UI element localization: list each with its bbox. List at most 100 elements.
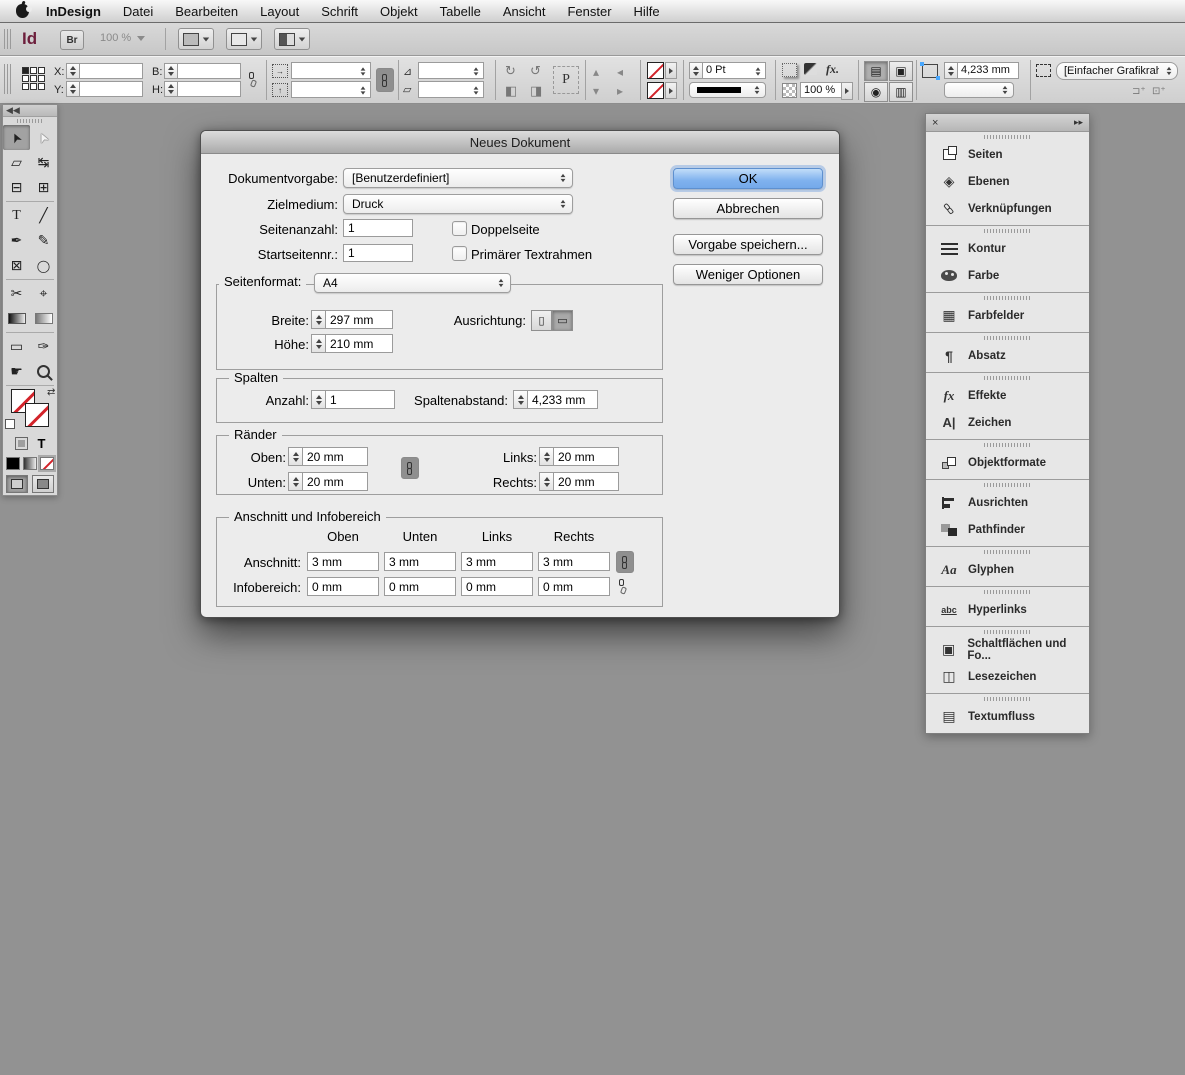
- panel-button-absatz[interactable]: ¶Absatz: [926, 342, 1089, 369]
- apply-none-button[interactable]: [40, 457, 54, 470]
- pages-field[interactable]: [343, 219, 413, 237]
- content-collector-tool[interactable]: ⊟: [3, 175, 30, 200]
- free-transform-tool[interactable]: ⌖: [30, 281, 57, 306]
- margin-right-stepper[interactable]: [539, 472, 554, 491]
- group-grip[interactable]: [926, 132, 1089, 141]
- page-width-stepper[interactable]: [311, 310, 326, 329]
- ellipse-tool[interactable]: ◯: [30, 253, 57, 278]
- rectangle-frame-tool[interactable]: ⊠: [3, 253, 30, 278]
- panel-button-farbe[interactable]: Farbe: [926, 262, 1089, 289]
- stroke-color-flyout[interactable]: [665, 62, 677, 79]
- constrain-scale-link-button[interactable]: [376, 68, 394, 92]
- select-next-object-icon[interactable]: ▸: [617, 84, 623, 98]
- stroke-weight-stepper[interactable]: [689, 62, 703, 79]
- panel-button-textumfluss[interactable]: ▤Textumfluss: [926, 703, 1089, 730]
- apple-icon[interactable]: [16, 4, 29, 18]
- content-placer-tool[interactable]: ⊞: [30, 175, 57, 200]
- selection-tool[interactable]: ➤: [3, 125, 30, 150]
- transparency-icon[interactable]: [804, 63, 817, 75]
- flip-vertical-icon[interactable]: ◨: [530, 83, 542, 99]
- zoom-tool[interactable]: [30, 359, 57, 384]
- preview-mode-button[interactable]: [32, 475, 54, 493]
- group-grip[interactable]: [926, 440, 1089, 449]
- panel-button-ausrichten[interactable]: Ausrichten: [926, 489, 1089, 516]
- menu-indesign[interactable]: InDesign: [35, 0, 112, 22]
- dialog-title-bar[interactable]: Neues Dokument: [201, 131, 839, 154]
- panel-button-seiten[interactable]: Seiten: [926, 141, 1089, 168]
- shear-angle-field[interactable]: [418, 81, 484, 98]
- gutter-field[interactable]: [527, 390, 598, 409]
- margin-left-field[interactable]: [553, 447, 619, 466]
- tools-panel-grip[interactable]: [3, 117, 57, 125]
- group-grip[interactable]: [926, 373, 1089, 382]
- width-stepper[interactable]: [164, 63, 178, 79]
- slug-right-field[interactable]: [538, 577, 610, 596]
- screen-mode-button[interactable]: [226, 28, 262, 50]
- corner-radius-field[interactable]: 4,233 mm: [957, 62, 1019, 79]
- slug-top-field[interactable]: [307, 577, 379, 596]
- type-tool[interactable]: T: [3, 203, 30, 228]
- appbar-grip[interactable]: [4, 29, 12, 49]
- primary-textframe-checkbox[interactable]: [452, 246, 467, 261]
- panel-button-farbfelder[interactable]: ▦Farbfelder: [926, 302, 1089, 329]
- wrap-bounding-box-button[interactable]: ▣: [889, 61, 913, 81]
- save-preset-button[interactable]: Vorgabe speichern...: [673, 234, 823, 255]
- corner-shape-popup[interactable]: [944, 82, 1014, 98]
- x-stepper[interactable]: [66, 63, 80, 79]
- apply-gradient-button[interactable]: [23, 457, 37, 470]
- menu-datei[interactable]: Datei: [112, 0, 164, 22]
- bleed-top-field[interactable]: [307, 552, 379, 571]
- panel-button-objektformate[interactable]: Objektformate: [926, 449, 1089, 476]
- scale-x-field[interactable]: [291, 62, 371, 79]
- page-size-popup[interactable]: A4: [314, 273, 511, 293]
- rotation-angle-field[interactable]: [418, 62, 484, 79]
- slug-bottom-field[interactable]: [384, 577, 456, 596]
- dock-header[interactable]: × ▸▸: [926, 114, 1089, 132]
- formatting-affects-container-button[interactable]: [15, 437, 28, 450]
- orientation-landscape-button[interactable]: ▭: [552, 310, 573, 331]
- columns-count-field[interactable]: [325, 390, 395, 409]
- height-field[interactable]: [177, 81, 241, 97]
- panel-button-lesezeichen[interactable]: ◫Lesezeichen: [926, 663, 1089, 690]
- drop-shadow-icon[interactable]: [782, 63, 797, 77]
- apply-color-button[interactable]: [6, 457, 20, 470]
- bleed-bottom-field[interactable]: [384, 552, 456, 571]
- group-grip[interactable]: [926, 333, 1089, 342]
- expand-panels-icon[interactable]: ▸▸: [1074, 117, 1083, 128]
- normal-view-mode-button[interactable]: [6, 475, 28, 493]
- object-style-popup[interactable]: [Einfacher Grafikrahme...: [1056, 62, 1178, 80]
- bridge-button[interactable]: Br: [60, 30, 84, 50]
- rotate-ccw-icon[interactable]: ↺: [530, 63, 541, 79]
- group-grip[interactable]: [926, 547, 1089, 556]
- hand-tool[interactable]: ☛: [3, 359, 30, 384]
- tools-panel-header[interactable]: ◀◀: [3, 105, 57, 117]
- zoom-level-control[interactable]: 100 %: [100, 32, 145, 44]
- corner-radius-stepper[interactable]: [944, 62, 958, 79]
- intent-popup[interactable]: Druck: [343, 194, 573, 214]
- select-container-icon[interactable]: P: [553, 66, 579, 94]
- select-previous-object-icon[interactable]: ◂: [617, 65, 623, 79]
- preset-popup[interactable]: [Benutzerdefiniert]: [343, 168, 573, 188]
- facing-pages-checkbox[interactable]: [452, 221, 467, 236]
- note-tool[interactable]: ▭: [3, 334, 30, 359]
- gradient-swatch-tool[interactable]: [3, 306, 30, 331]
- group-grip[interactable]: [926, 694, 1089, 703]
- group-grip[interactable]: [926, 293, 1089, 302]
- menu-tabelle[interactable]: Tabelle: [429, 0, 492, 22]
- constrain-proportions-icon[interactable]: [248, 72, 256, 85]
- menu-objekt[interactable]: Objekt: [369, 0, 429, 22]
- panel-button-effekte[interactable]: fxEffekte: [926, 382, 1089, 409]
- margin-left-stepper[interactable]: [539, 447, 554, 466]
- eyedropper-tool[interactable]: ✑: [30, 334, 57, 359]
- y-field[interactable]: [79, 81, 143, 97]
- stroke-swatch[interactable]: [25, 403, 49, 427]
- select-content-icon[interactable]: ▴: [593, 65, 599, 79]
- bleed-left-field[interactable]: [461, 552, 533, 571]
- group-grip[interactable]: [926, 480, 1089, 489]
- menu-hilfe[interactable]: Hilfe: [623, 0, 671, 22]
- scale-y-field[interactable]: [291, 81, 371, 98]
- default-fill-stroke-icon[interactable]: [5, 419, 15, 429]
- group-grip[interactable]: [926, 627, 1089, 636]
- page-height-field[interactable]: [325, 334, 393, 353]
- opacity-field[interactable]: 100 %: [800, 82, 842, 98]
